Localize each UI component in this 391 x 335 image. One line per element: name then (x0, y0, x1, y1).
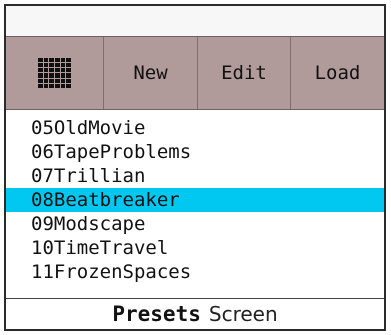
toolbar: New Edit Load (6, 36, 384, 110)
preset-item-08beatbreaker[interactable]: 08Beatbreaker (6, 188, 384, 212)
new-button[interactable]: New (104, 37, 198, 109)
preset-item-11frozenspaces[interactable]: 11FrozenSpaces (6, 260, 384, 284)
edit-button[interactable]: Edit (198, 37, 291, 109)
preset-item-07trillian[interactable]: 07Trillian (6, 164, 384, 188)
preset-item-10timetravel[interactable]: 10TimeTravel (6, 236, 384, 260)
load-button[interactable]: Load (291, 37, 384, 109)
preset-item-06tapeproblems[interactable]: 06TapeProblems (6, 140, 384, 164)
menu-grid-button[interactable] (6, 37, 104, 109)
preset-item-05oldmovie[interactable]: 05OldMovie (6, 116, 384, 140)
status-strip (6, 6, 384, 36)
screen-caption: Presets Screen (6, 299, 384, 329)
preset-list: 05OldMovie 06TapeProblems 07Trillian 08B… (6, 110, 384, 298)
caption-title: Presets (112, 302, 201, 326)
device-screen: New Edit Load 05OldMovie 06TapeProblems … (4, 4, 386, 331)
preset-item-09modscape[interactable]: 09Modscape (6, 212, 384, 236)
caption-suffix: Screen (208, 302, 278, 326)
grid-icon (38, 58, 71, 88)
